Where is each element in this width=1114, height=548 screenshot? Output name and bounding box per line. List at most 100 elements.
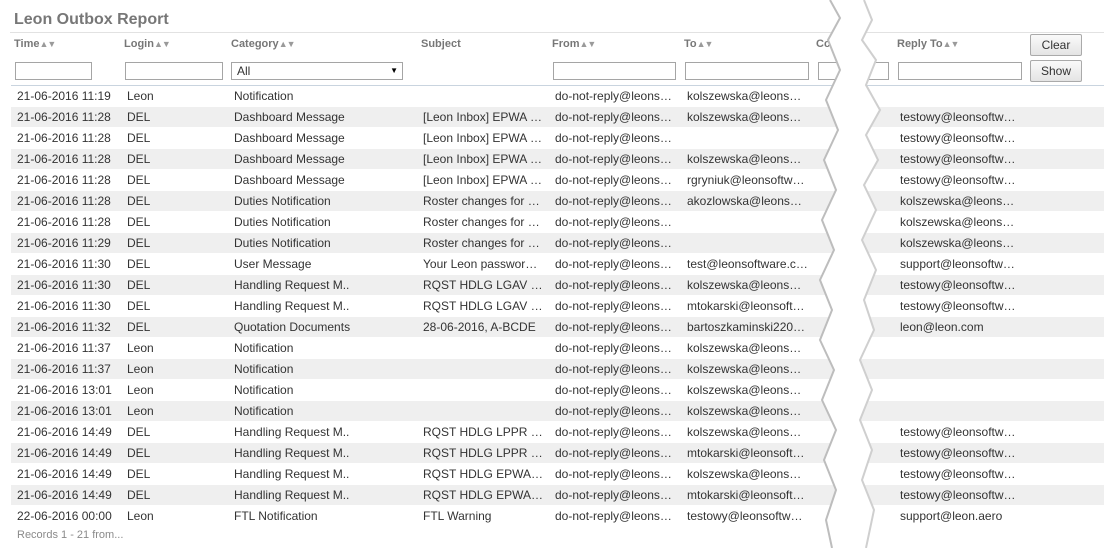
cell-reply-to: testowy@leonsoftw… — [900, 299, 1016, 313]
cell-to: kolszewska@leons… — [687, 341, 802, 355]
cell-login: Leon — [127, 89, 154, 103]
sort-arrows-icon[interactable]: ▲▼ — [154, 39, 171, 49]
cell-subject: [Leon Inbox] EPWA … — [423, 131, 542, 145]
table-row[interactable]: 21-06-2016 11:28 DEL Duties Notification… — [11, 191, 1104, 212]
cell-category: Dashboard Message — [234, 131, 345, 145]
cell-login: DEL — [127, 110, 151, 124]
header-category[interactable]: Category▲▼ — [231, 38, 296, 50]
table-row[interactable]: 21-06-2016 14:49 DEL Handling Request M.… — [11, 443, 1104, 464]
cell-to: rgryniuk@leonsoftw… — [687, 173, 805, 187]
table-row[interactable]: 21-06-2016 11:32 DEL Quotation Documents… — [11, 317, 1104, 338]
cell-time: 21-06-2016 11:28 — [17, 152, 111, 166]
cell-category: Notification — [234, 362, 294, 376]
cell-category: Handling Request M.. — [234, 278, 350, 292]
cell-time: 21-06-2016 11:30 — [17, 278, 111, 292]
table-row[interactable]: 21-06-2016 11:37 Leon Notification do-no… — [11, 338, 1104, 359]
category-filter-value: All — [237, 64, 251, 78]
cell-time: 21-06-2016 11:37 — [17, 341, 111, 355]
cell-to: testowy@leonsoftw… — [687, 509, 803, 523]
header-category-label: Category — [231, 38, 279, 50]
cell-login: DEL — [127, 131, 151, 145]
table-row[interactable]: 21-06-2016 11:37 Leon Notification do-no… — [11, 359, 1104, 380]
cell-from: do-not-reply@leons… — [555, 299, 672, 313]
sort-arrows-icon[interactable]: ▲▼ — [39, 39, 56, 49]
table-row[interactable]: 21-06-2016 14:49 DEL Handling Request M.… — [11, 485, 1104, 506]
table-row[interactable]: 21-06-2016 14:49 DEL Handling Request M.… — [11, 464, 1104, 485]
category-filter-select[interactable]: All ▼ — [231, 62, 403, 80]
cell-login: DEL — [127, 215, 151, 229]
header-from[interactable]: From▲▼ — [552, 38, 597, 50]
cell-time: 21-06-2016 13:01 — [17, 404, 112, 418]
cell-from: do-not-reply@leons… — [555, 467, 672, 481]
cell-category: User Message — [234, 257, 312, 271]
table-row[interactable]: 21-06-2016 11:28 DEL Dashboard Message [… — [11, 149, 1104, 170]
table-row[interactable]: 21-06-2016 11:30 DEL User Message Your L… — [11, 254, 1104, 275]
table-row[interactable]: 21-06-2016 11:30 DEL Handling Request M.… — [11, 296, 1104, 317]
cell-category: Quotation Documents — [234, 320, 351, 334]
cell-login: DEL — [127, 488, 151, 502]
cell-from: do-not-reply@leons… — [555, 404, 672, 418]
table-row[interactable]: 21-06-2016 11:30 DEL Handling Request M.… — [11, 275, 1104, 296]
from-filter-input[interactable] — [553, 62, 676, 80]
cell-to: kolszewska@leons… — [687, 383, 802, 397]
table-row[interactable]: 21-06-2016 11:28 DEL Dashboard Message [… — [11, 107, 1104, 128]
cell-login: DEL — [127, 425, 151, 439]
sort-arrows-icon[interactable]: ▲▼ — [943, 39, 960, 49]
sort-arrows-icon[interactable]: ▲▼ — [580, 39, 597, 49]
cell-login: DEL — [127, 194, 151, 208]
header-time[interactable]: Time▲▼ — [14, 38, 56, 50]
to-filter-input[interactable] — [685, 62, 809, 80]
cell-subject: RQST HDLG LGAV … — [423, 299, 543, 313]
cell-to: bartoszkaminski220… — [687, 320, 806, 334]
header-reply-to[interactable]: Reply To▲▼ — [897, 38, 960, 50]
cell-to: mtokarski@leonsoft… — [687, 488, 805, 502]
login-filter-input[interactable] — [125, 62, 223, 80]
header-cc[interactable]: Cc — [816, 38, 830, 50]
records-count: Records 1 - 21 from... — [17, 529, 124, 541]
table-row[interactable]: 21-06-2016 13:01 Leon Notification do-no… — [11, 380, 1104, 401]
sort-arrows-icon[interactable]: ▲▼ — [279, 39, 296, 49]
cell-to: mtokarski@leonsoft… — [687, 299, 805, 313]
cell-login: DEL — [127, 320, 151, 334]
cell-login: DEL — [127, 299, 151, 313]
table-row[interactable]: 21-06-2016 11:19 Leon Notification do-no… — [11, 86, 1104, 107]
cell-subject: RQST HDLG LGAV … — [423, 278, 543, 292]
cell-login: DEL — [127, 173, 151, 187]
header-to[interactable]: To▲▼ — [684, 38, 714, 50]
header-divider — [10, 32, 1104, 33]
cell-time: 21-06-2016 11:28 — [17, 131, 111, 145]
clear-button[interactable]: Clear — [1030, 34, 1082, 56]
cell-subject: Your Leon passwor… — [423, 257, 538, 271]
table-row[interactable]: 21-06-2016 11:28 DEL Dashboard Message [… — [11, 170, 1104, 191]
cc-filter-input[interactable] — [818, 62, 889, 80]
cell-from: do-not-reply@leons… — [555, 215, 672, 229]
cell-time: 21-06-2016 14:49 — [17, 467, 112, 481]
header-subject: Subject — [421, 38, 461, 50]
table-row[interactable]: 21-06-2016 11:29 DEL Duties Notification… — [11, 233, 1104, 254]
time-filter-input[interactable] — [15, 62, 92, 80]
table-row[interactable]: 21-06-2016 14:49 DEL Handling Request M.… — [11, 422, 1104, 443]
header-login[interactable]: Login▲▼ — [124, 38, 171, 50]
cell-login: DEL — [127, 152, 151, 166]
table-row[interactable]: 21-06-2016 11:28 DEL Dashboard Message [… — [11, 128, 1104, 149]
table-row[interactable]: 22-06-2016 00:00 Leon FTL Notification F… — [11, 506, 1104, 527]
cell-time: 21-06-2016 11:28 — [17, 173, 111, 187]
cell-category: FTL Notification — [234, 509, 318, 523]
cell-reply-to: kolszewska@leons… — [900, 194, 1015, 208]
sort-arrows-icon[interactable]: ▲▼ — [697, 39, 714, 49]
cell-from: do-not-reply@leons… — [555, 110, 672, 124]
show-button[interactable]: Show — [1030, 60, 1082, 82]
header-login-label: Login — [124, 38, 154, 50]
cell-time: 21-06-2016 11:29 — [17, 236, 111, 250]
table-row[interactable]: 21-06-2016 11:28 DEL Duties Notification… — [11, 212, 1104, 233]
cell-category: Notification — [234, 383, 294, 397]
table-row[interactable]: 21-06-2016 13:01 Leon Notification do-no… — [11, 401, 1104, 422]
cell-subject: 28-06-2016, A-BCDE — [423, 320, 536, 334]
cell-to: test@leonsoftware.c… — [687, 257, 808, 271]
cell-category: Handling Request M.. — [234, 446, 350, 460]
cell-subject: RQST HDLG EPWA… — [423, 488, 544, 502]
cell-from: do-not-reply@leons… — [555, 341, 672, 355]
cell-to: kolszewska@leons… — [687, 152, 802, 166]
cell-subject: RQST HDLG LPPR … — [423, 446, 543, 460]
reply-to-filter-input[interactable] — [898, 62, 1022, 80]
